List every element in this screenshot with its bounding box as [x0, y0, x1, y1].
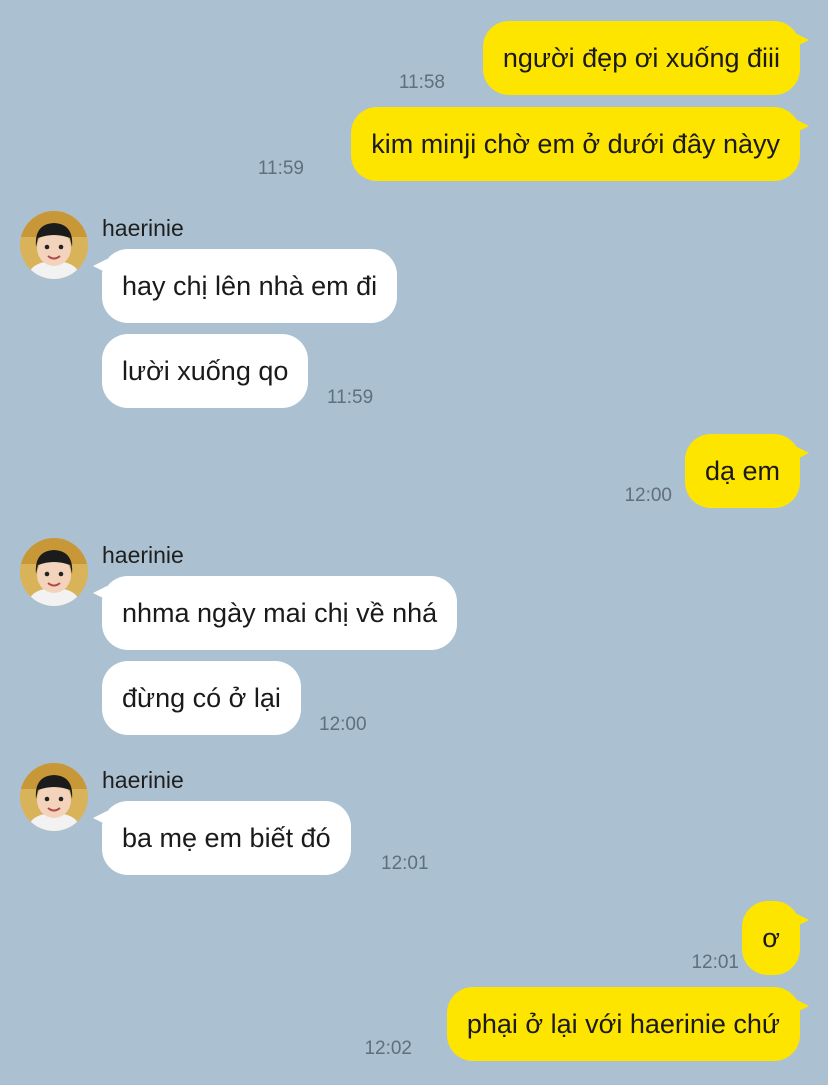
- message-text: kim minji chờ em ở dưới đây nàyy: [371, 129, 780, 159]
- message-timestamp: 11:58: [398, 72, 445, 93]
- profile-photo-avatar-icon: [20, 211, 88, 279]
- sender-name: haerinie: [102, 215, 184, 241]
- message-text: ơ: [762, 923, 780, 953]
- message-bubble-outgoing[interactable]: dạ em: [684, 434, 810, 508]
- message-bubble-incoming[interactable]: lười xuống qo: [102, 334, 309, 408]
- message-text: dạ em: [704, 456, 780, 486]
- message-text: người đẹp ơi xuống điii: [502, 43, 780, 73]
- message-timestamp: 12:00: [319, 714, 367, 735]
- contact-avatar[interactable]: [20, 538, 88, 606]
- message-bubble-outgoing[interactable]: kim minji chờ em ở dưới đây nàyy: [351, 107, 809, 181]
- message-text: ba mẹ em biết đó: [122, 823, 331, 853]
- message-timestamp: 12:02: [364, 1038, 412, 1059]
- message-bubble-outgoing[interactable]: ơ: [742, 901, 809, 975]
- contact-avatar[interactable]: [20, 211, 88, 279]
- message-bubble-outgoing[interactable]: phại ở lại với haerinie chứ: [446, 987, 810, 1061]
- message-timestamp: 12:00: [624, 485, 672, 506]
- message-bubble-incoming[interactable]: hay chị lên nhà em đi: [92, 249, 398, 323]
- message-timestamp: 11:59: [327, 387, 374, 408]
- message-text: lười xuống qo: [122, 356, 289, 386]
- message-text: nhma ngày mai chị về nhá: [122, 598, 438, 628]
- profile-photo-avatar-icon: [20, 538, 88, 606]
- sender-name: haerinie: [102, 542, 184, 568]
- message-bubble-incoming[interactable]: nhma ngày mai chị về nhá: [92, 576, 458, 650]
- message-timestamp: 11:59: [257, 158, 304, 179]
- message-text: phại ở lại với haerinie chứ: [466, 1009, 780, 1039]
- message-bubble-incoming[interactable]: đừng có ở lại: [102, 661, 301, 735]
- message-timestamp: 12:01: [691, 952, 739, 973]
- message-text: hay chị lên nhà em đi: [122, 271, 378, 301]
- message-bubble-outgoing[interactable]: người đẹp ơi xuống điii: [482, 21, 810, 95]
- sender-name: haerinie: [102, 767, 184, 793]
- message-timestamp: 12:01: [381, 853, 429, 874]
- message-bubble-incoming[interactable]: ba mẹ em biết đó: [93, 801, 351, 875]
- contact-avatar[interactable]: [20, 763, 88, 831]
- message-text: đừng có ở lại: [122, 683, 281, 713]
- profile-photo-avatar-icon: [20, 763, 88, 831]
